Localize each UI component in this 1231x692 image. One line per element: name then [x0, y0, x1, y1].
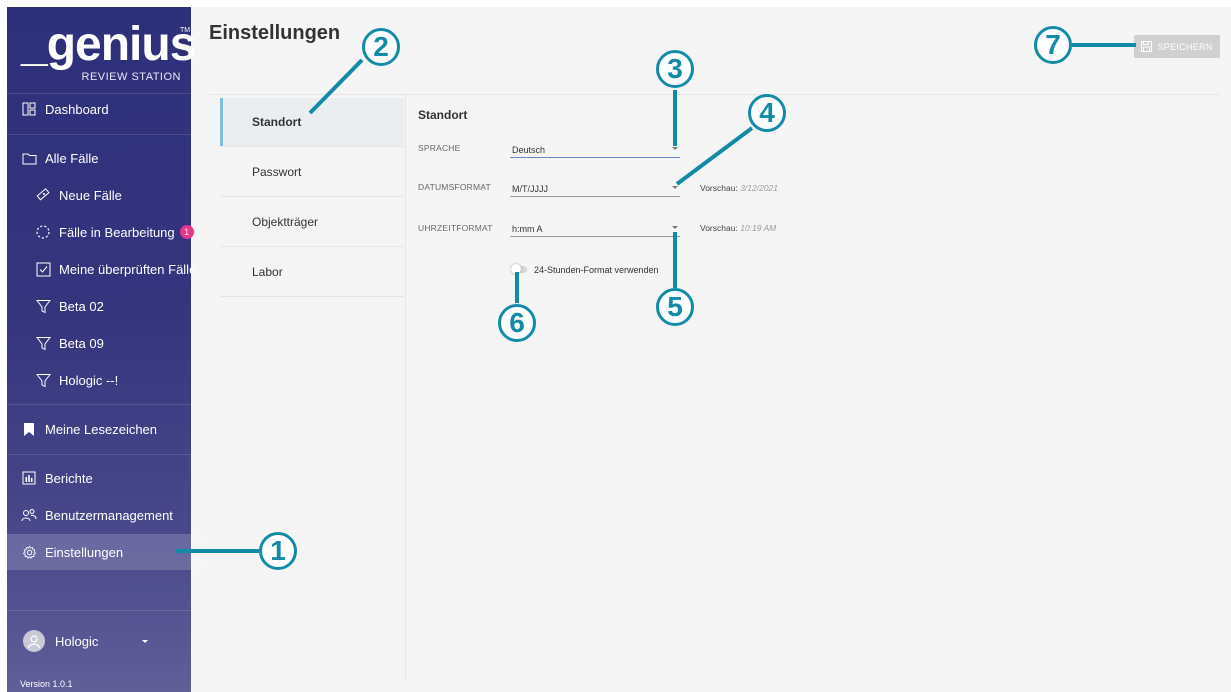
callout-lines	[175, 43, 1136, 553]
callout-3: 3	[656, 50, 694, 88]
callout-2: 2	[362, 28, 400, 66]
callout-4: 4	[748, 94, 786, 132]
callout-7: 7	[1034, 26, 1072, 64]
callout-6: 6	[498, 304, 536, 342]
callout-1: 1	[259, 532, 297, 570]
callout-5: 5	[656, 288, 694, 326]
